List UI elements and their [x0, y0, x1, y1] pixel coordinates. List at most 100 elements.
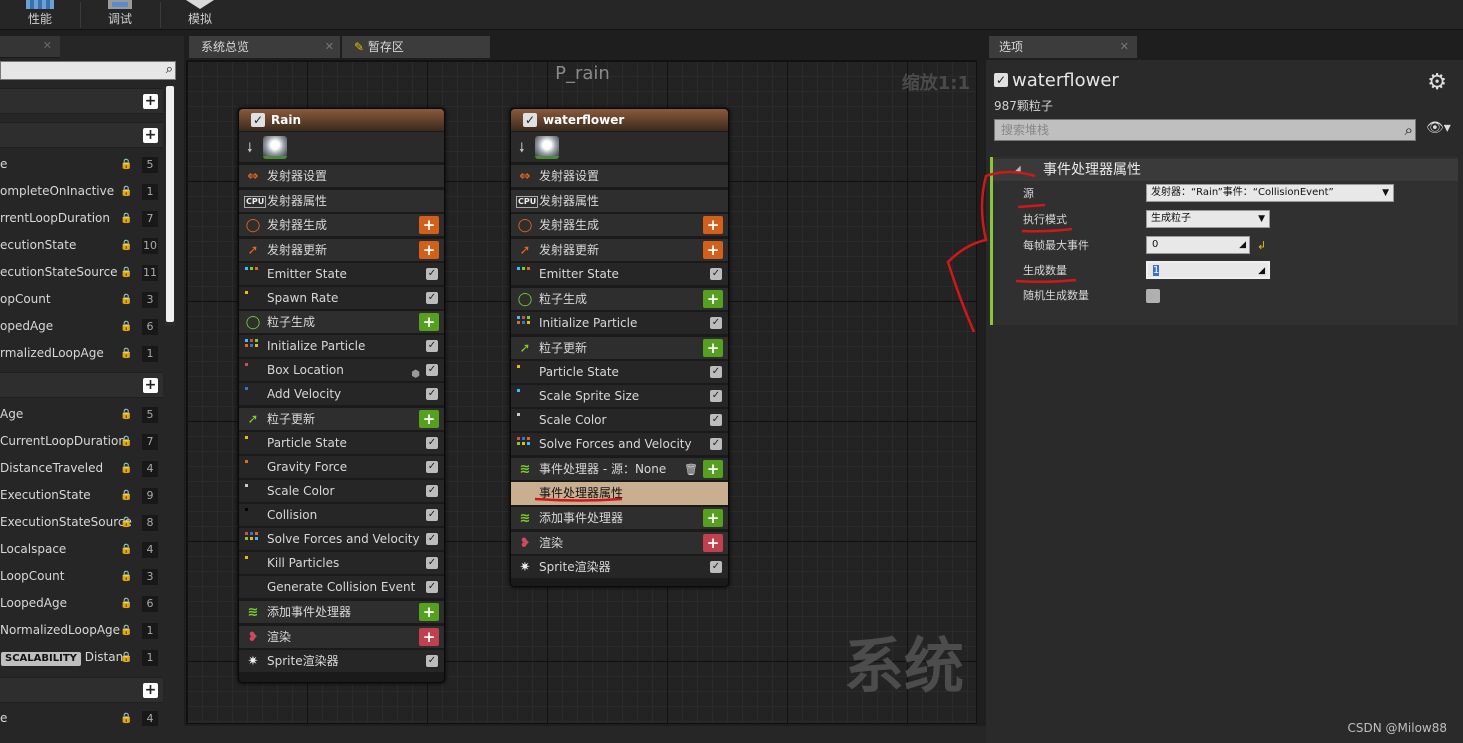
module-enable-checkbox[interactable]: ✓ — [426, 268, 438, 280]
simulate-button[interactable]: 模拟 — [180, 0, 220, 30]
pin-icon[interactable]: 🠗 — [247, 139, 253, 161]
stack-group-row[interactable]: ◯ 发射器生成 + — [511, 213, 728, 236]
enable-checkbox[interactable]: ✓ — [251, 113, 265, 127]
module-row[interactable]: Particle State ✓ — [239, 431, 444, 454]
module-row[interactable]: Initialize Particle ✓ — [239, 334, 444, 357]
module-enable-checkbox[interactable]: ✓ — [426, 388, 438, 400]
stack-group-row[interactable]: ⇔ 发射器设置 — [511, 164, 728, 187]
spawn-count-field[interactable]: 1 ◢ — [1146, 261, 1270, 279]
add-parameter-button[interactable]: + — [143, 683, 158, 698]
module-row[interactable]: Emitter State ✓ — [239, 262, 444, 285]
module-enable-checkbox[interactable]: ✓ — [426, 364, 438, 376]
tab-details[interactable]: 选项 ✕ — [989, 36, 1137, 58]
stack-group-row[interactable]: ➚ 发射器更新 + — [239, 238, 444, 261]
module-row[interactable]: Scale Sprite Size ✓ — [511, 384, 728, 407]
stack-group-row[interactable]: ◯ 粒子生成 + — [239, 310, 444, 333]
add-module-button[interactable]: + — [419, 313, 439, 331]
module-row[interactable]: Solve Forces and Velocity ✓ — [511, 432, 728, 455]
stack-group-row[interactable]: ≋ 事件处理器 - 源：None 🗑 + — [511, 457, 728, 480]
module-enable-checkbox[interactable]: ✓ — [426, 485, 438, 497]
module-row[interactable]: ✷ Sprite渲染器 ✓ — [239, 649, 444, 672]
module-enable-checkbox[interactable]: ✓ — [710, 390, 722, 402]
module-enable-checkbox[interactable]: ✓ — [710, 438, 722, 450]
module-row[interactable]: Box Location ⬢ ✓ — [239, 358, 444, 381]
execution-mode-dropdown[interactable]: 生成粒子 ▼ — [1146, 210, 1270, 228]
module-enable-checkbox[interactable]: ✓ — [426, 340, 438, 352]
module-row[interactable]: Solve Forces and Velocity ✓ — [239, 527, 444, 550]
parameter-row[interactable]: ExecutionStateSource 🔒 8 — [0, 509, 163, 536]
emitter-node-rain[interactable]: ✓ Rain 🠗 ⇔ 发射器设置 CPU 发射器属性 ◯ 发射器生成 + ➚ 发射器更新 + Emi… — [238, 108, 445, 683]
module-row[interactable]: ✷ Sprite渲染器 ✓ — [511, 555, 728, 578]
emitter-header[interactable]: ✓ waterflower — [511, 109, 728, 131]
add-module-button[interactable]: + — [703, 216, 723, 234]
debug-button[interactable]: 调试 — [100, 0, 140, 30]
parameter-row[interactable]: ecutionStateSource 🔒 11 — [0, 259, 163, 286]
close-icon[interactable]: ✕ — [325, 36, 334, 58]
module-row[interactable]: Add Velocity ✓ — [239, 382, 444, 405]
add-parameter-button[interactable]: + — [143, 94, 158, 109]
parameters-scrollbar[interactable] — [165, 86, 175, 326]
parameter-row[interactable]: ExecutionState 🔒 9 — [0, 482, 163, 509]
module-enable-checkbox[interactable]: ✓ — [710, 366, 722, 378]
stack-group-row[interactable]: ➚ 粒子更新 + — [511, 336, 728, 359]
parameter-row[interactable]: rmalizedLoopAge 🔒 1 — [0, 340, 163, 367]
module-row[interactable]: Emitter State ✓ — [511, 262, 728, 285]
module-row[interactable]: Spawn Rate ✓ — [239, 286, 444, 309]
emitter-node-waterflower[interactable]: ✓ waterflower 🠗 ⇔ 发射器设置 CPU 发射器属性 ◯ 发射器生成 + ➚ 发射… — [510, 108, 729, 587]
stack-group-row[interactable]: ⇔ 发射器设置 — [239, 164, 444, 187]
parameter-row[interactable]: Age 🔒 5 — [0, 401, 163, 428]
reset-icon[interactable]: ↲ — [1257, 233, 1266, 258]
parameter-row[interactable]: e 🔒 5 — [0, 151, 163, 178]
parameter-row[interactable]: LoopedAge 🔒 6 — [0, 590, 163, 617]
module-enable-checkbox[interactable]: ✓ — [710, 561, 722, 573]
module-row[interactable]: Gravity Force ✓ — [239, 455, 444, 478]
parameters-tab[interactable]: ✕ — [0, 36, 60, 58]
module-row[interactable]: Scale Color ✓ — [511, 408, 728, 431]
stack-group-row[interactable]: CPU 发射器属性 — [239, 189, 444, 212]
module-enable-checkbox[interactable]: ✓ — [710, 414, 722, 426]
random-spawn-checkbox[interactable] — [1146, 289, 1160, 303]
source-dropdown[interactable]: 发射器：“Rain”事件：“CollisionEvent” ▼ — [1146, 184, 1394, 202]
parameter-row[interactable]: NormalizedLoopAge 🔒 1 — [0, 617, 163, 644]
parameter-row[interactable]: ompleteOnInactive 🔒 1 — [0, 178, 163, 205]
module-enable-checkbox[interactable]: ✓ — [426, 581, 438, 593]
stack-group-row[interactable]: ≋ 添加事件处理器 + — [239, 600, 444, 623]
add-module-button[interactable]: + — [419, 241, 439, 259]
module-row[interactable]: Kill Particles ✓ — [239, 551, 444, 574]
stack-search-input[interactable]: 搜索堆栈 ⌕ — [994, 119, 1416, 141]
close-icon[interactable]: ✕ — [43, 39, 52, 52]
enable-checkbox[interactable]: ✓ — [994, 73, 1008, 87]
parameter-row[interactable]: rrentLoopDuration 🔒 7 — [0, 205, 163, 232]
system-overview-graph[interactable]: P_rain 缩放1:1 系统 ✓ Rain 🠗 ⇔ 发射器设置 CPU 发射器属性 ◯… — [186, 60, 977, 724]
stack-group-row[interactable]: ➚ 发射器更新 + — [511, 238, 728, 261]
module-enable-checkbox[interactable]: ✓ — [426, 461, 438, 473]
module-enable-checkbox[interactable]: ✓ — [426, 292, 438, 304]
close-icon[interactable]: ✕ — [1120, 36, 1129, 58]
parameters-search-input[interactable]: ⌕ — [0, 61, 176, 80]
add-module-button[interactable]: + — [419, 410, 439, 428]
gear-icon[interactable]: ⚙ — [1427, 70, 1447, 95]
add-renderer-button[interactable]: + — [419, 628, 439, 646]
add-parameter-button[interactable]: + — [143, 378, 158, 393]
add-module-button[interactable]: + — [703, 509, 723, 527]
parameter-row[interactable]: SCALABILITY Distan 🔒 1 — [0, 644, 163, 671]
module-enable-checkbox[interactable]: ✓ — [426, 509, 438, 521]
add-renderer-button[interactable]: + — [703, 534, 723, 552]
visibility-eye-icon[interactable]: 👁▾ — [1426, 120, 1451, 136]
parameter-row[interactable]: opedAge 🔒 6 — [0, 313, 163, 340]
section-header[interactable]: ◢ 事件处理器属性 — [993, 159, 1458, 181]
module-enable-checkbox[interactable]: ✓ — [426, 533, 438, 545]
parameter-row[interactable]: DistanceTraveled 🔒 4 — [0, 455, 163, 482]
emitter-header[interactable]: ✓ Rain — [239, 109, 444, 131]
parameter-row[interactable]: Localspace 🔒 4 — [0, 536, 163, 563]
module-enable-checkbox[interactable]: ✓ — [710, 268, 722, 280]
stack-group-row[interactable]: ❥ 渲染 + — [511, 531, 728, 554]
module-enable-checkbox[interactable]: ✓ — [426, 437, 438, 449]
max-events-field[interactable]: 0 ◢ — [1146, 236, 1250, 254]
module-row[interactable]: Collision ✓ — [239, 503, 444, 526]
add-module-button[interactable]: + — [419, 603, 439, 621]
scrollbar-thumb[interactable] — [166, 86, 174, 322]
add-module-button[interactable]: + — [703, 290, 723, 308]
stack-group-row[interactable]: ≋ 添加事件处理器 + — [511, 506, 728, 529]
parameter-row[interactable]: LoopCount 🔒 3 — [0, 563, 163, 590]
